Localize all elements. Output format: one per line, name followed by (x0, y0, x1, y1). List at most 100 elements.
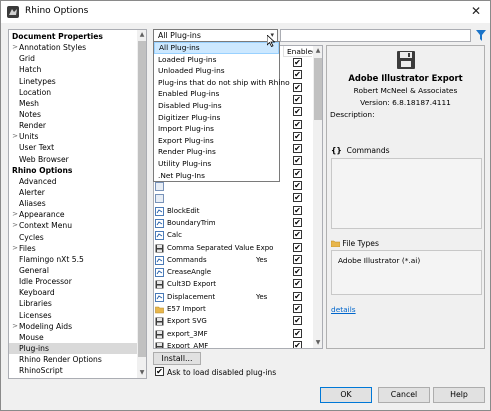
file-types-list[interactable]: Adobe Illustrator (*.ai) (331, 250, 482, 295)
tree-item[interactable]: Rhino Render Options (9, 354, 137, 365)
plugin-enabled-checkbox[interactable]: ✔ (293, 217, 302, 227)
plugin-row[interactable]: Cult3D Export ✔ (154, 278, 312, 290)
plugin-row[interactable]: CreaseAngle ✔ (154, 266, 312, 278)
expand-arrow-icon[interactable]: > (11, 321, 19, 332)
plugin-enabled-checkbox[interactable]: ✔ (293, 328, 302, 338)
plugin-enabled-checkbox[interactable]: ✔ (293, 156, 302, 166)
plugin-enabled-checkbox[interactable]: ✔ (293, 144, 302, 154)
commands-list[interactable] (331, 158, 482, 229)
tree-item[interactable]: Mouse (9, 332, 137, 343)
tree-item[interactable]: Notes (9, 109, 137, 120)
plugin-enabled-checkbox[interactable]: ✔ (293, 168, 302, 178)
plugin-row[interactable]: Export SVG ✔ (154, 315, 312, 327)
tree-item[interactable]: Render (9, 120, 137, 131)
plugin-row[interactable]: BoundaryTrim ✔ (154, 217, 312, 229)
search-input[interactable] (280, 29, 471, 42)
plugin-enabled-checkbox[interactable]: ✔ (293, 205, 302, 215)
plugin-enabled-checkbox[interactable]: ✔ (293, 254, 302, 264)
tree-item[interactable]: Keyboard (9, 287, 137, 298)
filter-option[interactable]: Digitizer Plug-ins (154, 112, 279, 124)
tree-item[interactable]: Advanced (9, 176, 137, 187)
help-button[interactable]: Help (433, 387, 485, 403)
scroll-down-icon[interactable]: ▼ (137, 368, 146, 378)
tree-item[interactable]: > Units (9, 131, 137, 142)
scroll-up-icon[interactable]: ▲ (137, 30, 146, 40)
plugin-row[interactable]: BlockEdit ✔ (154, 205, 312, 217)
plugin-enabled-checkbox[interactable]: ✔ (293, 340, 302, 348)
tree-item[interactable]: Idle Processor (9, 276, 137, 287)
plugin-filter-dropdown[interactable]: All Plug-ins Loaded Plug-ins Unloaded Plug… (153, 41, 290, 182)
plugin-list-scrollbar[interactable]: ▲ ▼ (313, 46, 322, 348)
tree-item[interactable]: Hatch (9, 64, 137, 75)
tree-item[interactable]: Licenses (9, 310, 137, 321)
tree-item[interactable]: Plug-ins (9, 342, 137, 355)
filter-option[interactable]: Render Plug-ins (154, 146, 279, 158)
expand-arrow-icon[interactable]: > (11, 131, 19, 142)
tree-item[interactable]: Grid (9, 53, 137, 64)
plugin-enabled-checkbox[interactable]: ✔ (293, 70, 302, 80)
tree-item[interactable]: Mesh (9, 98, 137, 109)
expand-arrow-icon[interactable]: > (11, 209, 19, 220)
tree-item[interactable]: Web Browser (9, 154, 137, 165)
plugin-row[interactable]: Comma Separated Value Expo ✔ (154, 242, 312, 254)
filter-option[interactable]: Unloaded Plug-ins (154, 65, 279, 77)
tree-item[interactable]: > Modeling Aids (9, 321, 137, 332)
plugin-enabled-checkbox[interactable]: ✔ (293, 291, 302, 301)
tree-item[interactable]: Selection Menu (9, 376, 137, 378)
tree-item[interactable]: Linetypes (9, 76, 137, 87)
tree-item[interactable]: > Annotation Styles (9, 42, 137, 53)
tree-scrollbar[interactable]: ▲ ▼ (137, 30, 146, 378)
expand-arrow-icon[interactable]: > (11, 220, 19, 231)
plugin-enabled-checkbox[interactable]: ✔ (293, 242, 302, 252)
close-icon[interactable]: ✕ (463, 1, 489, 23)
filter-option[interactable]: All Plug-ins (154, 42, 279, 54)
filter-option[interactable]: Plug-ins that do not ship with Rhino (154, 77, 290, 89)
plugin-enabled-checkbox[interactable]: ✔ (293, 58, 302, 67)
tree-item[interactable]: Document Properties (9, 31, 137, 42)
tree-item[interactable]: Alerter (9, 187, 137, 198)
plugin-enabled-checkbox[interactable]: ✔ (293, 279, 302, 289)
tree-item[interactable]: Rhino Options (9, 165, 137, 176)
tree-scroll-thumb[interactable] (138, 41, 146, 357)
scroll-up-icon[interactable]: ▲ (313, 46, 322, 56)
plugin-enabled-checkbox[interactable]: ✔ (293, 107, 302, 117)
tree-item[interactable]: General (9, 265, 137, 276)
filter-option[interactable]: Loaded Plug-ins (154, 54, 279, 66)
filter-option[interactable]: Import Plug-ins (154, 123, 279, 135)
tree-item[interactable]: > Files (9, 243, 137, 254)
tree-item[interactable]: Flamingo nXt 5.5 (9, 254, 137, 265)
expand-arrow-icon[interactable]: > (11, 243, 19, 254)
tree-item[interactable]: Libraries (9, 298, 137, 309)
plugin-row[interactable]: Calc ✔ (154, 229, 312, 241)
filter-option[interactable]: Export Plug-ins (154, 135, 279, 147)
plugin-row[interactable]: ✔ (154, 192, 312, 204)
tree-item[interactable]: Location (9, 87, 137, 98)
tree-item[interactable]: User Text (9, 142, 137, 153)
tree-item[interactable]: > Appearance (9, 209, 137, 220)
scroll-down-icon[interactable]: ▼ (313, 338, 322, 348)
cancel-button[interactable]: Cancel (378, 387, 430, 403)
plugin-row[interactable]: E57 Import ✔ (154, 303, 312, 315)
plugin-enabled-checkbox[interactable]: ✔ (293, 119, 302, 129)
tree-item[interactable]: Cycles (9, 232, 137, 243)
plugin-enabled-checkbox[interactable]: ✔ (293, 94, 302, 104)
plugin-row[interactable]: Commands Yes ✔ (154, 254, 312, 266)
ask-disabled-checkbox[interactable]: ✔ (155, 367, 164, 376)
plugin-enabled-checkbox[interactable]: ✔ (293, 230, 302, 240)
tree-item[interactable]: > Context Menu (9, 220, 137, 231)
filter-option[interactable]: Disabled Plug-ins (154, 100, 279, 112)
plugin-enabled-checkbox[interactable]: ✔ (293, 304, 302, 313)
install-button[interactable]: Install... (153, 352, 201, 365)
funnel-icon[interactable] (476, 30, 486, 41)
plugin-row[interactable]: Export_AMF ✔ (154, 340, 312, 348)
plugin-enabled-checkbox[interactable]: ✔ (293, 82, 302, 92)
filter-option[interactable]: .Net Plug-Ins (154, 170, 279, 182)
tree-item[interactable]: Aliases (9, 198, 137, 209)
plugin-scroll-thumb[interactable] (314, 58, 322, 120)
plugin-enabled-checkbox[interactable]: ✔ (293, 267, 302, 277)
filter-option[interactable]: Utility Plug-ins (154, 158, 279, 170)
enabled-column-header[interactable]: Enabled (283, 46, 317, 57)
options-tree[interactable]: Document Properties > Annotation Styles Gri… (8, 29, 147, 379)
ok-button[interactable]: OK (320, 387, 372, 403)
expand-arrow-icon[interactable]: > (11, 42, 19, 53)
